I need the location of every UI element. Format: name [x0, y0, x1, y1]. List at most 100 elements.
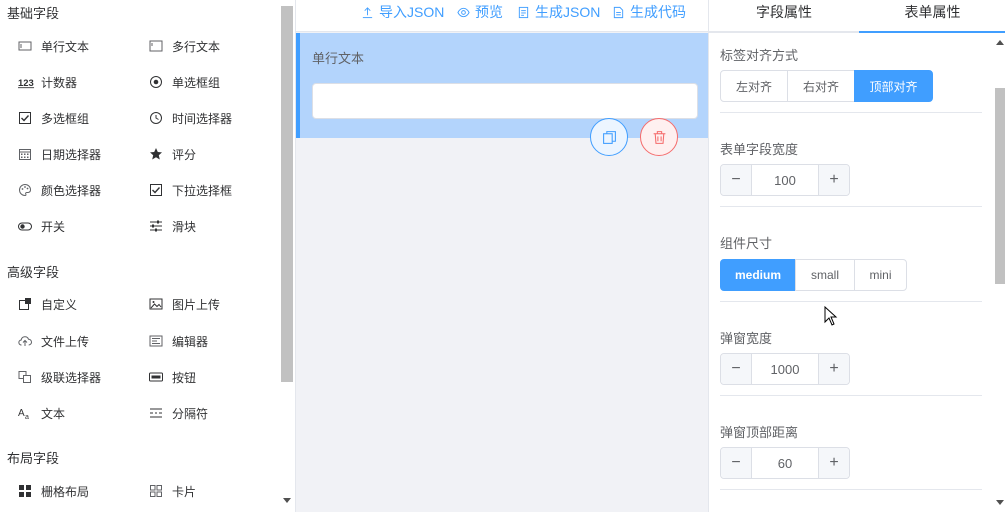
mouse-cursor-icon — [824, 306, 838, 326]
comp-date-picker[interactable]: 日期选择器 — [18, 144, 101, 164]
text-icon: Aa — [18, 406, 32, 420]
size-small-button[interactable]: small — [795, 259, 855, 291]
comp-label: 滑块 — [172, 219, 197, 234]
comp-cascader[interactable]: 级联选择器 — [18, 367, 101, 387]
left-scrollbar-thumb[interactable] — [281, 6, 293, 382]
comp-text[interactable]: Aa 文本 — [18, 403, 65, 423]
comp-select[interactable]: 下拉选择框 — [149, 180, 232, 200]
align-left-button[interactable]: 左对齐 — [720, 70, 788, 102]
increment-button[interactable]: + — [818, 165, 849, 195]
component-size-label: 组件尺寸 — [720, 236, 773, 251]
properties-panel: 字段属性 表单属性 标签对齐方式 左对齐 右对齐 顶部对齐 表单字段宽度 − 1… — [708, 0, 1005, 512]
right-scrollbar-thumb[interactable] — [995, 88, 1005, 284]
checkbox-icon — [18, 111, 32, 125]
comp-custom[interactable]: 自定义 — [18, 294, 77, 314]
comp-single-line-text[interactable]: 单行文本 — [18, 36, 89, 56]
increment-button[interactable]: + — [818, 448, 849, 478]
increment-button[interactable]: + — [818, 354, 849, 384]
comp-switch[interactable]: 开关 — [18, 216, 65, 236]
tab-field-props[interactable]: 字段属性 — [709, 0, 859, 31]
label-align-group: 左对齐 右对齐 顶部对齐 — [720, 70, 933, 102]
comp-label: 按钮 — [172, 370, 197, 385]
preview-button[interactable]: 预览 — [457, 3, 503, 21]
comp-button[interactable]: 按钮 — [149, 367, 196, 387]
comp-grid-layout[interactable]: 栅格布局 — [18, 481, 89, 501]
decrement-button[interactable]: − — [721, 354, 752, 384]
copy-field-button[interactable] — [590, 118, 628, 156]
copy-icon — [602, 130, 616, 144]
comp-label: 计数器 — [41, 75, 78, 90]
input-icon — [18, 39, 32, 53]
switch-icon — [18, 219, 32, 233]
grid-icon — [18, 484, 32, 498]
section-title-layout: 布局字段 — [7, 451, 60, 466]
comp-multi-line-text[interactable]: 多行文本 — [149, 36, 220, 56]
dialog-top-stepper: − 60 + — [720, 447, 850, 479]
number-123-icon: 123 — [18, 75, 35, 89]
right-scroll-up-arrow[interactable] — [996, 40, 1004, 45]
right-scroll-down-arrow[interactable] — [996, 500, 1004, 505]
align-right-button[interactable]: 右对齐 — [787, 70, 855, 102]
comp-divider[interactable]: 分隔符 — [149, 403, 208, 423]
active-tab-indicator — [859, 31, 1005, 33]
calendar-icon — [18, 147, 32, 161]
image-icon — [149, 297, 163, 311]
custom-icon — [18, 297, 32, 311]
align-top-button[interactable]: 顶部对齐 — [854, 70, 933, 102]
form-designer-app: 基础字段 单行文本 多行文本 123 计数器 单选框组 多选框组 时间选择器 日… — [0, 0, 1005, 512]
comp-label: 卡片 — [172, 484, 197, 499]
comp-label: 日期选择器 — [41, 147, 102, 162]
file-code-icon — [613, 6, 624, 18]
comp-card[interactable]: 卡片 — [149, 481, 196, 501]
design-canvas[interactable]: 导入JSON 预览 生成JSON 生成代码 单行文本 — [296, 0, 708, 512]
tab-form-props[interactable]: 表单属性 — [859, 0, 1005, 31]
trash-icon — [653, 130, 665, 144]
comp-rate[interactable]: 评分 — [149, 144, 196, 164]
svg-text:a: a — [25, 414, 29, 420]
comp-checkbox-group[interactable]: 多选框组 — [18, 108, 89, 128]
dialog-top-value[interactable]: 60 — [752, 448, 818, 478]
field-text-input[interactable] — [312, 83, 698, 119]
editor-icon — [149, 334, 163, 348]
decrement-button[interactable]: − — [721, 165, 752, 195]
button-icon — [149, 370, 163, 384]
comp-label: 多选框组 — [41, 111, 90, 126]
section-title-advanced: 高级字段 — [7, 265, 60, 280]
comp-time-picker[interactable]: 时间选择器 — [149, 108, 232, 128]
gen-code-button[interactable]: 生成代码 — [612, 3, 686, 21]
comp-label: 文本 — [41, 406, 66, 421]
comp-color-picker[interactable]: 颜色选择器 — [18, 180, 101, 200]
star-icon — [149, 147, 163, 161]
gen-json-button[interactable]: 生成JSON — [517, 3, 600, 21]
comp-editor[interactable]: 编辑器 — [149, 331, 208, 351]
decrement-button[interactable]: − — [721, 448, 752, 478]
comp-slider[interactable]: 滑块 — [149, 216, 196, 236]
eye-icon — [457, 7, 470, 17]
left-scroll-down-arrow[interactable] — [283, 498, 291, 503]
palette-icon — [18, 183, 32, 197]
cloud-upload-icon — [18, 334, 32, 348]
comp-label: 评分 — [172, 147, 197, 162]
document-icon — [518, 6, 529, 18]
comp-label: 多行文本 — [172, 39, 221, 54]
comp-label: 下拉选择框 — [172, 183, 233, 198]
comp-label: 编辑器 — [172, 334, 209, 349]
size-medium-button[interactable]: medium — [720, 259, 796, 291]
section-title-basic: 基础字段 — [7, 6, 60, 21]
field-width-value[interactable]: 100 — [752, 165, 818, 195]
import-json-button[interactable]: 导入JSON — [361, 3, 444, 21]
radio-icon — [149, 75, 163, 89]
dialog-width-value[interactable]: 1000 — [752, 354, 818, 384]
size-mini-button[interactable]: mini — [854, 259, 907, 291]
comp-radio-group[interactable]: 单选框组 — [149, 72, 220, 92]
slider-icon — [149, 219, 163, 233]
canvas-toolbar: 导入JSON 预览 生成JSON 生成代码 — [296, 0, 708, 32]
comp-image-upload[interactable]: 图片上传 — [149, 294, 220, 314]
comp-label: 单行文本 — [41, 39, 90, 54]
comp-counter[interactable]: 123 计数器 — [18, 72, 77, 92]
comp-label: 自定义 — [41, 297, 78, 312]
comp-file-upload[interactable]: 文件上传 — [18, 331, 89, 351]
delete-field-button[interactable] — [640, 118, 678, 156]
divider-icon — [149, 406, 163, 420]
comp-label: 文件上传 — [41, 334, 90, 349]
